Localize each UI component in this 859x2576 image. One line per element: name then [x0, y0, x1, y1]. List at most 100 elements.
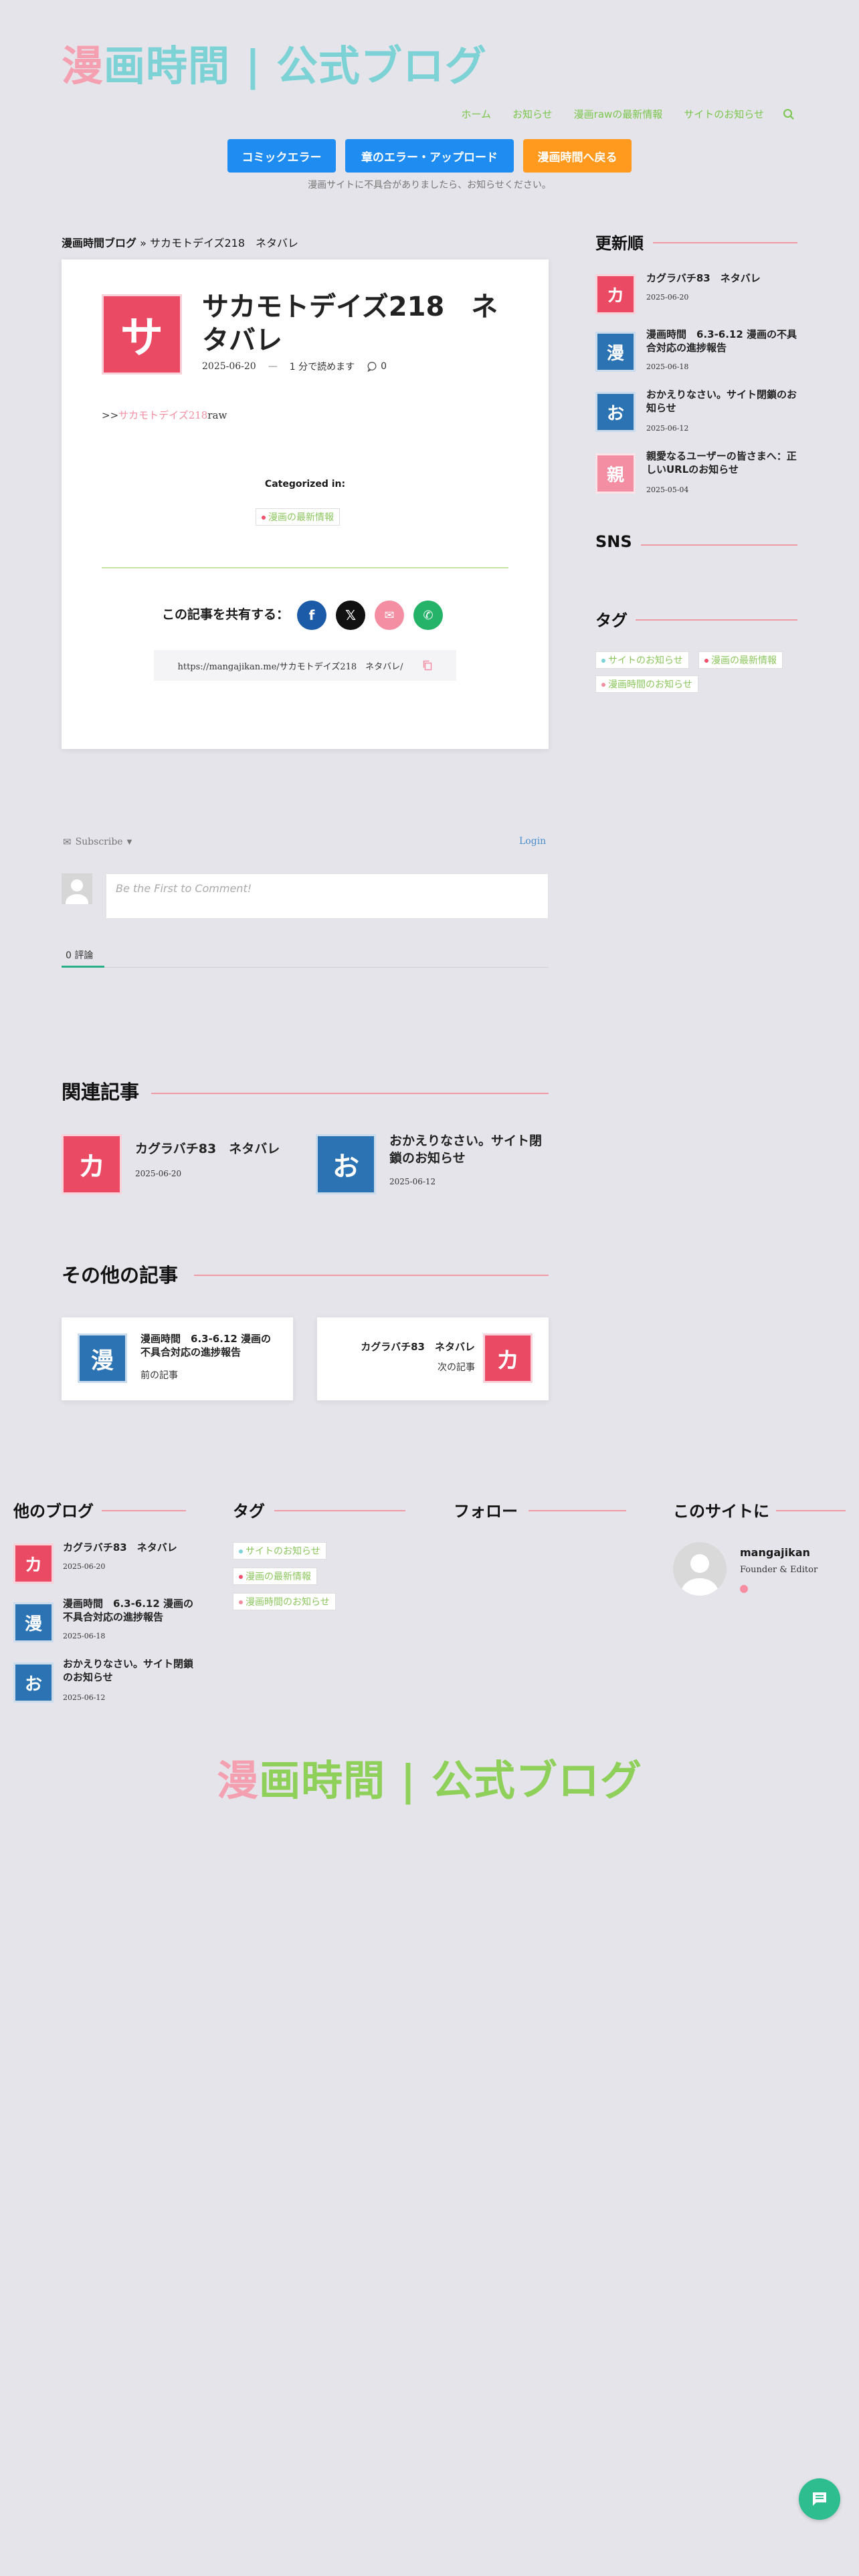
nav-site-news[interactable]: サイトのお知らせ — [684, 107, 764, 121]
footer-blog-title: 他のブログ — [13, 1502, 94, 1521]
footer-tag-site-news[interactable]: サイトのお知らせ — [233, 1542, 326, 1560]
recent-title-4[interactable]: 親愛なるユーザーの皆さまへ：正しいURLのお知らせ — [646, 449, 800, 477]
footer-tag-manga-news[interactable]: 漫画の最新情報 — [233, 1568, 317, 1585]
related-title-2[interactable]: おかえりなさい。サイト閉鎖のお知らせ — [389, 1133, 550, 1167]
footer-follow-title-line — [529, 1510, 626, 1511]
nav-news[interactable]: お知らせ — [512, 107, 553, 121]
recent-thumb-4[interactable]: 親 — [595, 453, 636, 494]
header-notice: 漫画サイトに不具合がありましたら、お知らせください。 — [308, 180, 551, 191]
recent-title-2[interactable]: 漫画時間 6.3-6.12 漫画の不具合対応の進捗報告 — [646, 328, 800, 355]
related-title: 関連記事 — [62, 1081, 140, 1103]
breadcrumb-home[interactable]: 漫画時間ブログ — [62, 237, 136, 249]
recent-date-3: 2025-06-12 — [646, 424, 689, 433]
article-card: サ サカモトデイズ218 ネタバレ 2025-06-20 — 1 分で読めます … — [62, 259, 549, 749]
main-nav: ホーム お知らせ 漫画rawの最新情報 サイトのお知らせ — [440, 107, 795, 121]
back-to-mangajikan-button[interactable]: 漫画時間へ戻る — [523, 139, 632, 173]
login-link[interactable]: Login — [519, 836, 546, 847]
comment-icon — [367, 361, 377, 372]
chapter-error-button[interactable]: 章のエラー・アップロード — [345, 139, 514, 173]
recent-date-1: 2025-06-20 — [646, 293, 689, 302]
related-thumb-1[interactable]: カ — [62, 1134, 122, 1194]
breadcrumb-current: サカモトデイズ218 ネタバレ — [149, 237, 299, 249]
prev-article-label: 前の記事 — [140, 1370, 178, 1381]
footer-blog-thumb-3[interactable]: お — [13, 1662, 54, 1703]
share-url: https://mangajikan.me/サカモトデイズ218 ネタバレ/ — [177, 661, 403, 672]
chat-button[interactable] — [799, 2478, 840, 2520]
comment-count[interactable]: 0 — [367, 361, 387, 372]
recent-title-3[interactable]: おかえりなさい。サイト閉鎖のお知らせ — [646, 388, 800, 415]
footer-tags-title-line — [274, 1510, 405, 1511]
read-time: 1 分で読めます — [289, 362, 355, 372]
tag-dot-icon — [239, 1600, 243, 1604]
avatar — [62, 873, 92, 904]
sidebar-tags-title-line — [636, 619, 797, 621]
author-avatar — [673, 1542, 727, 1596]
article-date: 2025-06-20 — [202, 361, 256, 372]
article-body-link[interactable]: サカモトデイズ218 — [118, 409, 207, 421]
tag-dot-icon — [601, 659, 605, 663]
author-role: Founder & Editor — [740, 1565, 818, 1575]
related-title-1[interactable]: カグラバチ83 ネタバレ — [135, 1141, 289, 1158]
recent-title-1[interactable]: カグラバチ83 ネタバレ — [646, 272, 800, 285]
footer-blog-title-3[interactable]: おかえりなさい。サイト閉鎖のお知らせ — [63, 1657, 197, 1685]
footer-blog-title-1[interactable]: カグラバチ83 ネタバレ — [63, 1541, 197, 1554]
footer-blog-thumb-1[interactable]: カ — [13, 1543, 54, 1584]
footer-tag-mangajikan-news[interactable]: 漫画時間のお知らせ — [233, 1593, 336, 1610]
recent-thumb-2[interactable]: 漫 — [595, 332, 636, 372]
next-article-thumb: カ — [483, 1333, 533, 1383]
categorized-label: Categorized in: — [264, 479, 346, 490]
tag-dot-icon — [262, 516, 266, 520]
author-website-icon[interactable] — [740, 1585, 748, 1593]
share-url-box[interactable]: https://mangajikan.me/サカモトデイズ218 ネタバレ/ — [154, 650, 456, 681]
whatsapp-share-button[interactable]: ✆ — [413, 601, 443, 630]
caret-down-icon: ▼ — [126, 838, 132, 846]
tag-dot-icon — [239, 1575, 243, 1579]
recent-title-line — [653, 242, 797, 243]
recent-date-4: 2025-05-04 — [646, 486, 689, 494]
prev-article-title: 漫画時間 6.3-6.12 漫画の不具合対応の進捗報告 — [140, 1333, 272, 1359]
prev-article-card[interactable]: 漫 漫画時間 6.3-6.12 漫画の不具合対応の進捗報告 前の記事 — [62, 1317, 293, 1400]
related-date-2: 2025-06-12 — [389, 1177, 436, 1186]
sidebar-tag-site-news[interactable]: サイトのお知らせ — [595, 651, 689, 669]
email-share-button[interactable]: ✉ — [375, 601, 404, 630]
comments-tab[interactable]: 0 評論 — [66, 948, 93, 962]
footer-blog-title-2[interactable]: 漫画時間 6.3-6.12 漫画の不具合対応の進捗報告 — [63, 1597, 197, 1624]
x-share-button[interactable]: 𝕏 — [336, 601, 365, 630]
comments-tab-underline — [62, 966, 104, 968]
article-title: サカモトデイズ218 ネタバレ — [202, 292, 498, 356]
facebook-icon: f — [308, 607, 315, 623]
footer-about-title: このサイトに — [673, 1502, 769, 1521]
sidebar-tags-title: タグ — [595, 611, 628, 630]
comic-error-button[interactable]: コミックエラー — [227, 139, 336, 173]
x-icon: 𝕏 — [345, 607, 357, 623]
footer-blog-date-1: 2025-06-20 — [63, 1562, 106, 1571]
article-category-tag[interactable]: 漫画の最新情報 — [256, 508, 340, 526]
comments-divider — [62, 967, 549, 968]
sns-title: SNS — [595, 532, 632, 551]
site-logo[interactable]: 漫画時間 | 公式ブログ — [62, 32, 487, 92]
search-icon[interactable] — [783, 108, 795, 120]
next-article-card[interactable]: カグラバチ83 ネタバレ 次の記事 カ — [317, 1317, 549, 1400]
subscribe-toggle[interactable]: ✉ Subscribe ▼ — [63, 836, 132, 848]
article-thumbnail: サ — [102, 294, 182, 374]
comment-input[interactable]: Be the First to Comment! — [106, 873, 549, 919]
nav-home[interactable]: ホーム — [461, 107, 491, 121]
footer-logo[interactable]: 漫画時間 | 公式ブログ — [0, 1747, 859, 1807]
footer-blog-thumb-2[interactable]: 漫 — [13, 1602, 54, 1642]
footer-about-title-line — [776, 1510, 846, 1511]
author-name[interactable]: mangajikan — [740, 1546, 810, 1559]
email-icon: ✉ — [384, 608, 395, 623]
footer-blog-date-2: 2025-06-18 — [63, 1632, 106, 1640]
article-body: >>サカモトデイズ218raw — [102, 409, 227, 421]
related-thumb-2[interactable]: お — [316, 1134, 376, 1194]
tag-dot-icon — [239, 1549, 243, 1553]
nav-raw-news[interactable]: 漫画rawの最新情報 — [574, 107, 663, 121]
sidebar-tag-manga-news[interactable]: 漫画の最新情報 — [698, 651, 783, 669]
recent-thumb-3[interactable]: お — [595, 392, 636, 432]
breadcrumb: 漫画時間ブログ » サカモトデイズ218 ネタバレ — [62, 237, 299, 249]
recent-thumb-1[interactable]: カ — [595, 274, 636, 314]
sidebar-tag-mangajikan-news[interactable]: 漫画時間のお知らせ — [595, 675, 698, 693]
facebook-share-button[interactable]: f — [297, 601, 326, 630]
copy-icon[interactable] — [422, 660, 433, 671]
footer-tags-title: タグ — [233, 1502, 265, 1521]
